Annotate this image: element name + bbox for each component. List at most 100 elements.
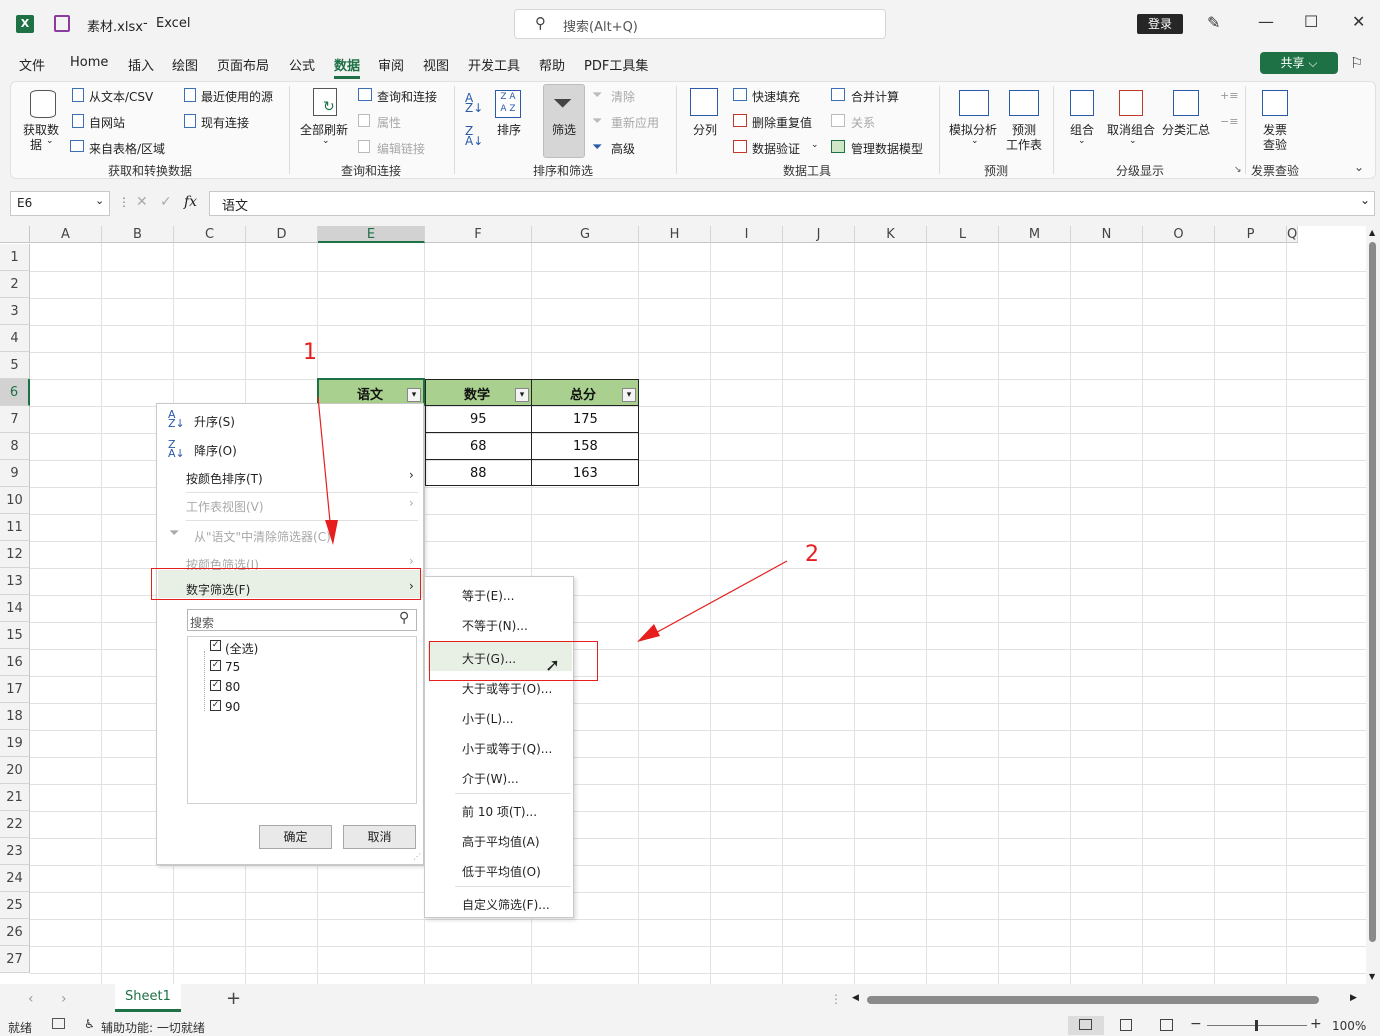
tab-draw[interactable]: 绘图 bbox=[172, 55, 198, 74]
row-header[interactable]: 9 bbox=[0, 460, 30, 487]
row-header[interactable]: 2 bbox=[0, 271, 30, 298]
save-icon[interactable] bbox=[54, 15, 70, 32]
clear-button[interactable]: 清除 bbox=[611, 88, 635, 105]
column-header[interactable]: O bbox=[1143, 226, 1215, 243]
submenu-greater-equal[interactable]: 大于或等于(O)... bbox=[462, 680, 552, 697]
scroll-left-icon[interactable]: ◀ bbox=[852, 993, 859, 1003]
accessibility-icon[interactable]: ♿ bbox=[84, 1017, 95, 1031]
sheet-view-item[interactable]: 工作表视图(V) bbox=[186, 498, 264, 515]
ok-button[interactable]: 确定 bbox=[259, 825, 332, 849]
remove-duplicates-button[interactable]: 删除重复值 bbox=[752, 114, 812, 131]
share-button[interactable]: 共享 ⌵ bbox=[1260, 52, 1338, 74]
submenu-top-10[interactable]: 前 10 项(T)... bbox=[462, 803, 537, 820]
filter-button[interactable]: ⏷ 筛选 bbox=[543, 84, 585, 158]
column-header[interactable]: L bbox=[927, 226, 999, 243]
row-header[interactable]: 8 bbox=[0, 433, 30, 460]
table-cell[interactable]: 95 bbox=[425, 405, 532, 433]
column-header[interactable]: P bbox=[1215, 226, 1287, 243]
table-cell[interactable]: 175 bbox=[531, 405, 639, 433]
collapse-ribbon-icon[interactable]: ⌄ bbox=[1354, 160, 1364, 174]
row-header[interactable]: 16 bbox=[0, 649, 30, 676]
pen-icon[interactable]: ✎ bbox=[1207, 13, 1220, 32]
minimize-icon[interactable]: — bbox=[1258, 12, 1274, 31]
tab-developer[interactable]: 开发工具 bbox=[468, 55, 520, 74]
sort-descending-item[interactable]: 降序(O) bbox=[194, 442, 237, 459]
filter-value-list[interactable]: ✓ (全选) ✓ 75 ✓ 80 ✓ 90 bbox=[187, 636, 417, 804]
tab-file[interactable]: 文件 bbox=[19, 55, 45, 74]
data-validation-button[interactable]: 数据验证 bbox=[752, 140, 800, 157]
row-header[interactable]: 17 bbox=[0, 676, 30, 703]
hide-detail-icon[interactable]: −≡ bbox=[1220, 115, 1238, 128]
tab-pdf-tools[interactable]: PDF工具集 bbox=[584, 55, 648, 74]
column-header[interactable]: G bbox=[532, 226, 639, 243]
resize-grip-icon[interactable]: ⋰ bbox=[413, 852, 421, 861]
row-header[interactable]: 23 bbox=[0, 838, 30, 865]
tab-insert[interactable]: 插入 bbox=[128, 55, 154, 74]
table-header-yuwen[interactable]: 语文 ▾ bbox=[317, 378, 425, 406]
insert-function-icon[interactable]: fx bbox=[184, 194, 197, 210]
column-header[interactable]: D bbox=[246, 226, 318, 243]
enter-icon[interactable]: ✓ bbox=[160, 194, 172, 210]
row-header[interactable]: 6 bbox=[0, 379, 30, 406]
row-header[interactable]: 13 bbox=[0, 568, 30, 595]
row-header[interactable]: 26 bbox=[0, 919, 30, 946]
vertical-scrollbar[interactable]: ▲ ▼ bbox=[1366, 226, 1380, 984]
checkbox-checked-icon[interactable]: ✓ bbox=[210, 700, 221, 711]
chevron-down-icon[interactable]: ⌄ bbox=[95, 194, 104, 207]
properties-button[interactable]: 属性 bbox=[377, 114, 401, 131]
zoom-out-icon[interactable]: − bbox=[1190, 1016, 1202, 1032]
macro-icon[interactable] bbox=[52, 1018, 65, 1029]
row-header[interactable]: 22 bbox=[0, 811, 30, 838]
submenu-between[interactable]: 介于(W)... bbox=[462, 770, 519, 787]
vertical-scroll-thumb[interactable] bbox=[1369, 242, 1376, 942]
row-header[interactable]: 18 bbox=[0, 703, 30, 730]
submenu-custom-filter[interactable]: 自定义筛选(F)... bbox=[462, 896, 550, 913]
row-header[interactable]: 21 bbox=[0, 784, 30, 811]
from-table-button[interactable]: 来自表格/区域 bbox=[89, 140, 165, 157]
row-header[interactable]: 10 bbox=[0, 487, 30, 514]
filter-dropdown-icon[interactable]: ▾ bbox=[622, 388, 636, 402]
clear-filter-item[interactable]: 从"语文"中清除筛选器(C) bbox=[194, 528, 331, 545]
row-header[interactable]: 11 bbox=[0, 514, 30, 541]
column-header[interactable]: H bbox=[639, 226, 711, 243]
row-header[interactable]: 19 bbox=[0, 730, 30, 757]
sheet-tab[interactable]: Sheet1 bbox=[115, 984, 181, 1012]
relationships-button[interactable]: 关系 bbox=[851, 114, 875, 131]
table-header-shuxue[interactable]: 数学 ▾ bbox=[425, 379, 532, 406]
consolidate-button[interactable]: 合并计算 bbox=[851, 88, 899, 105]
column-header[interactable]: B bbox=[102, 226, 174, 243]
row-header[interactable]: 4 bbox=[0, 325, 30, 352]
sort-by-color-item[interactable]: 按颜色排序(T) bbox=[186, 470, 263, 487]
column-header[interactable]: M bbox=[999, 226, 1071, 243]
submenu-less-than[interactable]: 小于(L)... bbox=[462, 710, 514, 727]
feedback-icon[interactable]: ⚐ bbox=[1350, 54, 1363, 72]
close-icon[interactable]: ✕ bbox=[1352, 12, 1365, 31]
page-layout-view-icon[interactable] bbox=[1120, 1019, 1132, 1031]
sort-za-icon[interactable]: Z A↓ bbox=[465, 125, 483, 147]
checkbox-checked-icon[interactable]: ✓ bbox=[210, 680, 221, 691]
row-header[interactable]: 20 bbox=[0, 757, 30, 784]
accessibility-status[interactable]: 辅助功能: 一切就绪 bbox=[101, 1019, 205, 1036]
subtotal-button[interactable]: 分类汇总 bbox=[1162, 121, 1210, 138]
tab-view[interactable]: 视图 bbox=[423, 55, 449, 74]
tab-help[interactable]: 帮助 bbox=[539, 55, 565, 74]
name-box[interactable]: E6 ⌄ bbox=[10, 191, 110, 216]
checkbox-checked-icon[interactable]: ✓ bbox=[210, 660, 221, 671]
column-header[interactable]: F bbox=[425, 226, 532, 243]
submenu-not-equals[interactable]: 不等于(N)... bbox=[462, 617, 528, 634]
table-cell[interactable]: 68 bbox=[425, 432, 532, 460]
cancel-button[interactable]: 取消 bbox=[343, 825, 416, 849]
get-data-button-line2[interactable]: 据 bbox=[30, 136, 42, 153]
zoom-slider[interactable] bbox=[1207, 1020, 1307, 1031]
row-header[interactable]: 7 bbox=[0, 406, 30, 433]
table-cell[interactable]: 158 bbox=[531, 432, 639, 460]
table-cell[interactable]: 88 bbox=[425, 459, 532, 486]
cancel-icon[interactable]: ✕ bbox=[136, 194, 148, 210]
recent-sources-button[interactable]: 最近使用的源 bbox=[201, 88, 273, 105]
checkbox-checked-icon[interactable]: ✓ bbox=[210, 640, 221, 651]
queries-connections-button[interactable]: 查询和连接 bbox=[377, 88, 437, 105]
row-header[interactable]: 24 bbox=[0, 865, 30, 892]
submenu-above-average[interactable]: 高于平均值(A) bbox=[462, 833, 540, 850]
column-header[interactable]: C bbox=[174, 226, 246, 243]
row-header[interactable]: 5 bbox=[0, 352, 30, 379]
